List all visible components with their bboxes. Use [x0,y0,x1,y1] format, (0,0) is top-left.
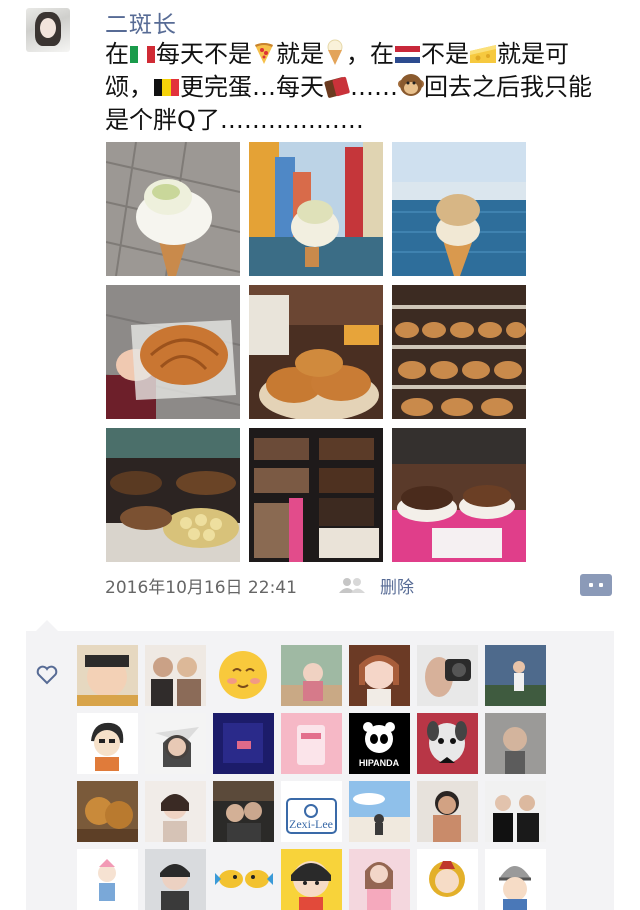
photo-bakery-shelves[interactable] [392,285,526,419]
photo-chocolate-display[interactable] [249,428,383,562]
liker-avatar[interactable] [281,849,342,910]
liker-avatar[interactable] [485,645,546,706]
liker-avatar[interactable] [213,849,274,910]
liker-avatar[interactable] [485,849,546,910]
photo-gelato-sea[interactable] [392,142,526,276]
photo-chocolate-cups[interactable] [392,428,526,562]
liker-avatar-zexi[interactable]: Zexi-Lee [281,781,342,842]
liker-avatar[interactable] [281,645,342,706]
chocolate-bar-icon [324,76,350,98]
liker-avatar[interactable] [417,645,478,706]
author-avatar[interactable] [26,8,70,52]
people-icon[interactable] [338,577,366,593]
liker-avatar[interactable] [349,849,410,910]
liker-avatar[interactable] [281,713,342,774]
liker-avatar[interactable] [213,713,274,774]
liker-avatar[interactable] [77,781,138,842]
delete-button[interactable]: 删除 [380,573,414,598]
italy-flag-icon [130,39,155,63]
liker-avatar[interactable] [77,713,138,774]
liker-avatar[interactable] [77,849,138,910]
comment-icon[interactable] [580,574,612,596]
photo-chocolate-bowls[interactable] [106,428,240,562]
liker-avatar[interactable] [77,645,138,706]
monkey-icon [398,74,424,96]
zexi-logo-text: Zexi-Lee [289,817,333,831]
photo-croissant-bakery[interactable] [249,285,383,419]
heart-icon [36,665,58,685]
avatar-face [40,18,56,38]
liker-avatar-hipanda[interactable]: HIPANDA [349,713,410,774]
liker-avatar[interactable] [213,781,274,842]
liker-avatar[interactable] [485,713,546,774]
likes-arrow [36,620,58,631]
liker-avatar[interactable] [145,713,206,774]
photo-gelato-canal[interactable] [249,142,383,276]
ice-cream-icon [327,39,343,65]
hipanda-logo-text: HIPANDA [359,758,400,768]
liker-avatar[interactable] [213,645,274,706]
cheese-icon [470,45,496,63]
post-timestamp: 2016年10月16日 22:41 [105,578,297,598]
photo-croissant-bag[interactable] [106,285,240,419]
liker-avatar[interactable] [485,781,546,842]
liker-avatar[interactable] [417,849,478,910]
liker-avatar[interactable] [417,781,478,842]
liker-avatar[interactable] [417,713,478,774]
liker-avatar[interactable] [145,645,206,706]
author-name[interactable]: 二斑长 [105,5,177,39]
netherlands-flag-icon [395,46,420,63]
liker-avatar[interactable] [349,781,410,842]
photo-gelato-street[interactable] [106,142,240,276]
liker-avatar[interactable] [349,645,410,706]
post-text: 在每天不是 就是 ，在 不是 就是可颂， 更完蛋…每天…… 回去之后我只能是个胖Q了…………… [105,39,592,134]
belgium-flag-icon [154,72,179,96]
liker-avatar[interactable] [145,849,206,910]
liker-avatar[interactable] [145,781,206,842]
pizza-icon [255,43,273,64]
